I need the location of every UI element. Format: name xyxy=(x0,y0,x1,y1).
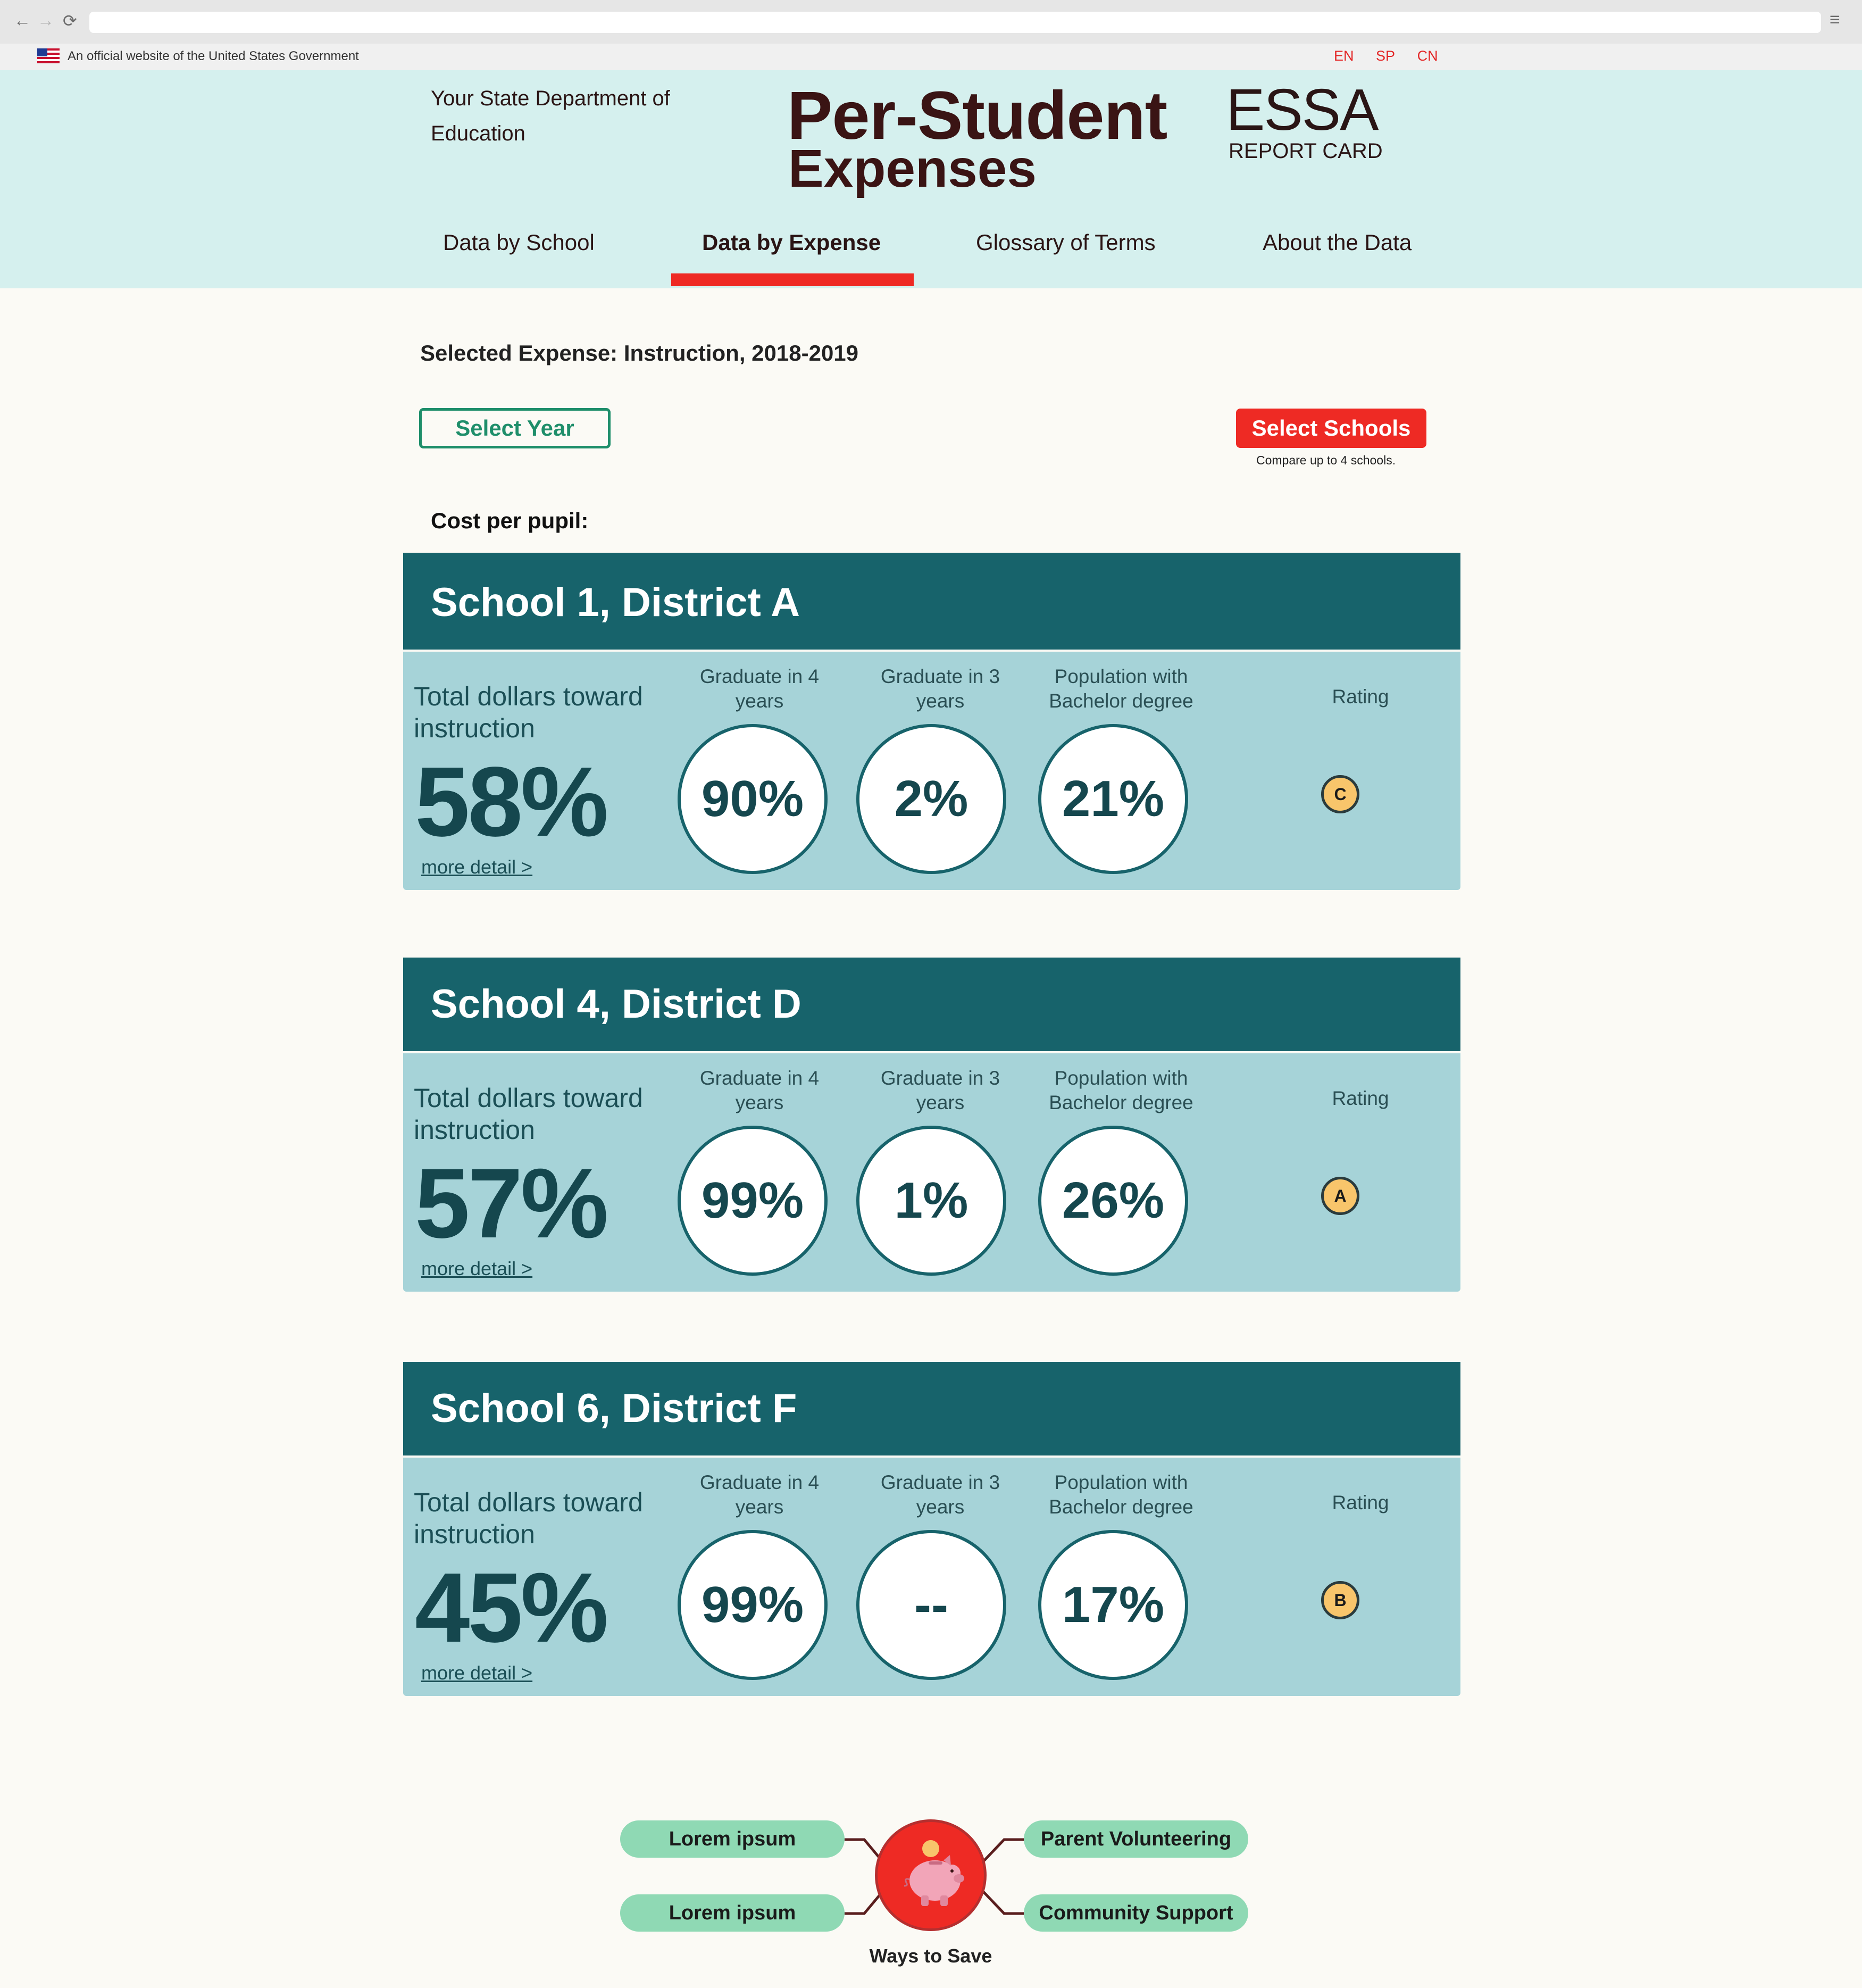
ways-to-save-label: Ways to Save xyxy=(869,1945,992,1967)
ways-to-save-connectors xyxy=(845,1838,1024,1915)
piggy-bank-icon xyxy=(904,1840,964,1906)
ways-item-lorem-2[interactable]: Lorem ipsum xyxy=(620,1894,845,1932)
ways-item-parent-volunteering[interactable]: Parent Volunteering xyxy=(1024,1820,1248,1858)
ways-to-save-hub xyxy=(875,1819,987,1931)
ways-item-community-support[interactable]: Community Support xyxy=(1024,1894,1248,1932)
ways-item-lorem-1[interactable]: Lorem ipsum xyxy=(620,1820,845,1858)
